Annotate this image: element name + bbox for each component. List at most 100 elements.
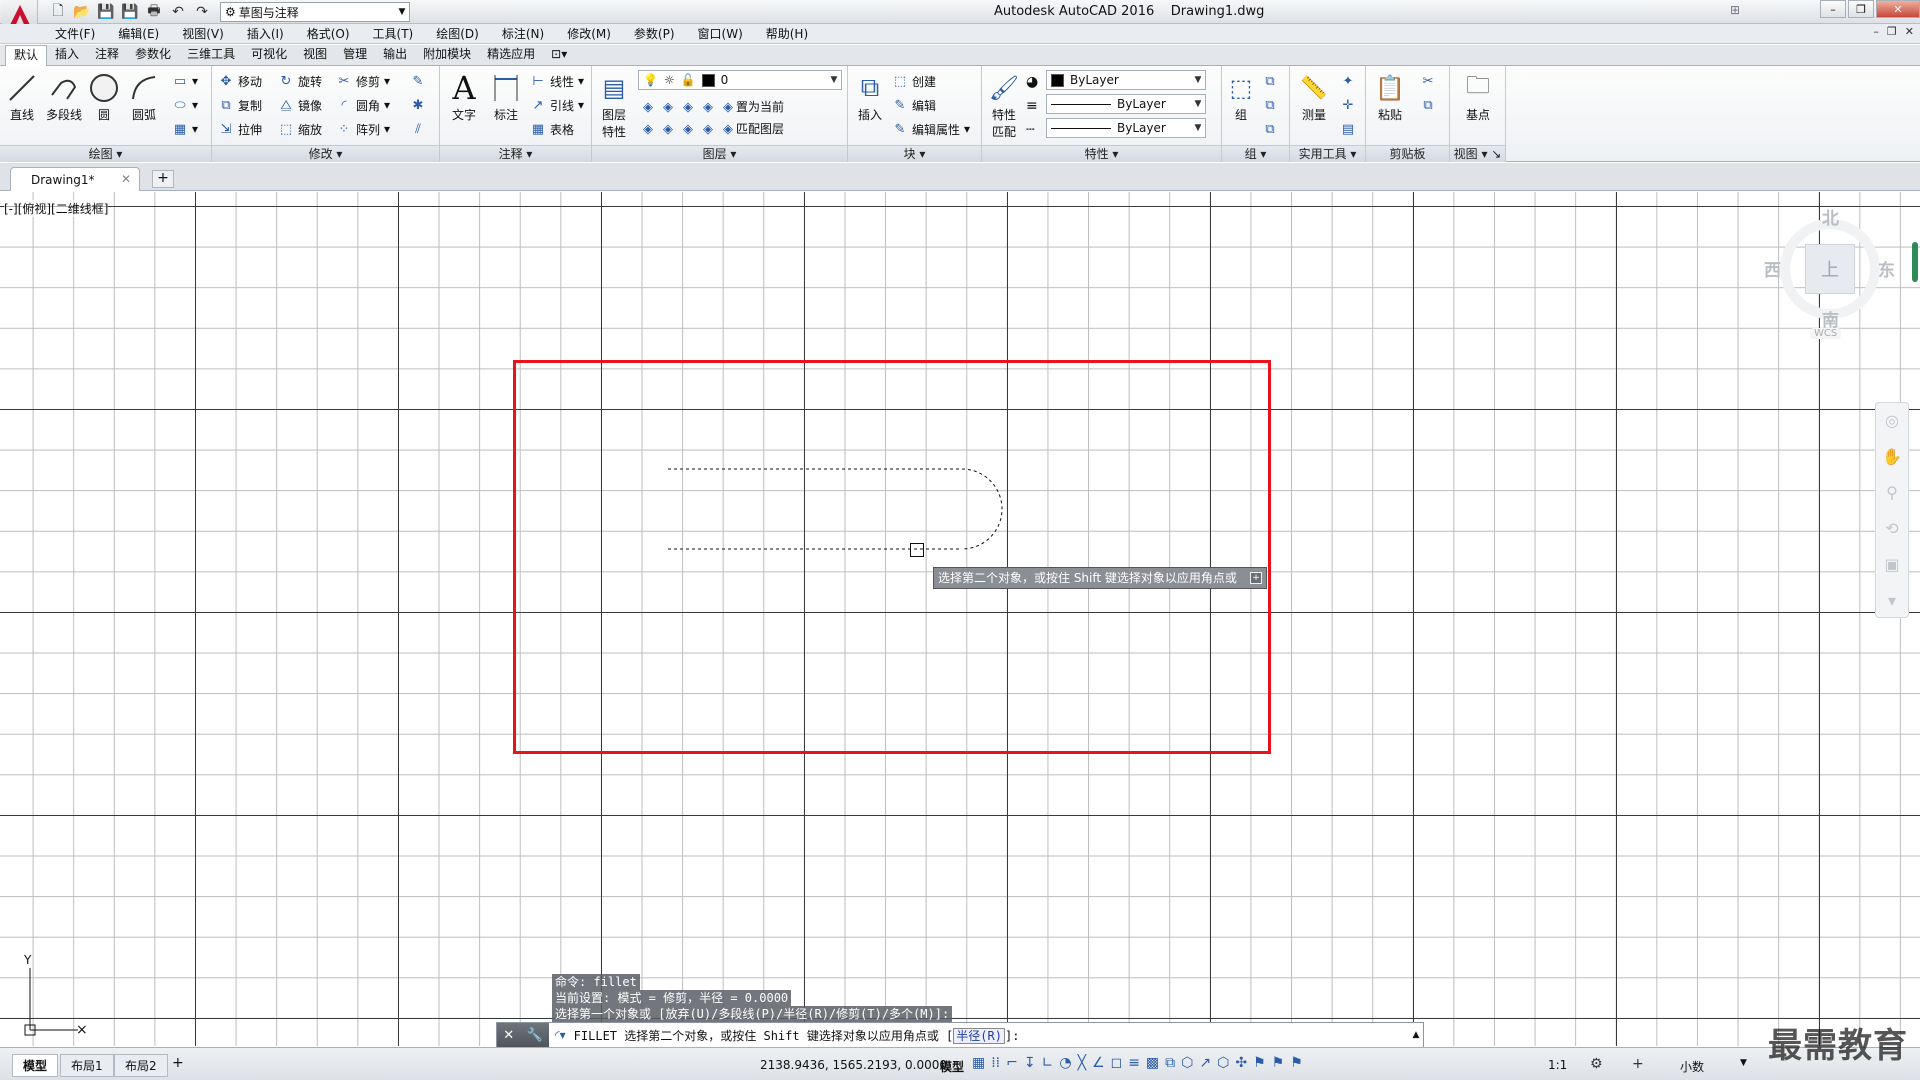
ellipse-button[interactable]: ⬭ ▾ bbox=[172, 94, 198, 116]
3d-osnap-icon[interactable]: ⬡ bbox=[1181, 1055, 1193, 1071]
measure-button[interactable]: 📏 测量 bbox=[1294, 70, 1334, 123]
ortho-icon[interactable]: ∟ bbox=[1042, 1055, 1054, 1071]
chevron-up-icon[interactable]: ▲ bbox=[1409, 1030, 1423, 1040]
copy-clip-button[interactable]: ⧉ bbox=[1420, 94, 1436, 116]
option-radius[interactable]: 半径(R) bbox=[953, 1027, 1005, 1044]
tab-3d-tools[interactable]: 三维工具 bbox=[179, 45, 243, 65]
pan-icon[interactable]: ✋ bbox=[1876, 439, 1908, 475]
tab-layout2[interactable]: 布局2 bbox=[114, 1054, 168, 1077]
menu-parametric[interactable]: 参数(P) bbox=[634, 25, 675, 42]
panel-modify-title[interactable]: 修改 ▾ bbox=[212, 145, 439, 162]
dynamic-input-icon[interactable]: ↧ bbox=[1024, 1055, 1036, 1071]
menu-dimension[interactable]: 标注(N) bbox=[502, 25, 544, 42]
close-icon[interactable]: ✕ bbox=[503, 1028, 514, 1043]
dynamic-ucs-icon[interactable]: ↗ bbox=[1199, 1055, 1211, 1071]
menu-edit[interactable]: 编辑(E) bbox=[118, 25, 159, 42]
command-line[interactable]: ✕ 🔧 ◜▾ FILLET 选择第二个对象，或按住 Shift 键选择对象以应用… bbox=[496, 1022, 1424, 1048]
lineweight-icon[interactable]: ≡ bbox=[1128, 1055, 1140, 1071]
menu-modify[interactable]: 修改(M) bbox=[567, 25, 611, 42]
point-button[interactable]: ✛ bbox=[1340, 94, 1356, 116]
showmotion-icon[interactable]: ▣ bbox=[1876, 547, 1908, 583]
tab-output[interactable]: 输出 bbox=[375, 45, 415, 65]
linear-dimension-button[interactable]: ⊢ 线性 ▾ bbox=[530, 70, 584, 92]
isodraft-icon[interactable]: ╳ bbox=[1078, 1055, 1086, 1071]
polar-icon[interactable]: ◔ bbox=[1059, 1055, 1071, 1071]
layer-thaw-icon[interactable]: ◈ bbox=[680, 121, 696, 137]
tab-visualize[interactable]: 可视化 bbox=[243, 45, 295, 65]
panel-block-title[interactable]: 块 ▾ bbox=[848, 145, 981, 162]
vertical-scroll-indicator[interactable] bbox=[1912, 242, 1918, 282]
snap-icon[interactable]: ⁞⁞ bbox=[991, 1055, 1000, 1071]
group-selection-button[interactable]: ⧉ bbox=[1262, 118, 1278, 140]
annotation-scale-icon[interactable]: ⚑ bbox=[1290, 1055, 1303, 1071]
arc-button[interactable]: 圆弧 bbox=[124, 70, 164, 123]
tab-insert[interactable]: 插入 bbox=[47, 45, 87, 65]
gizmo-icon[interactable]: ✣ bbox=[1235, 1055, 1247, 1071]
tab-parametric[interactable]: 参数化 bbox=[127, 45, 179, 65]
layer-unisolate-icon[interactable]: ◈ bbox=[660, 121, 676, 137]
add-layout-button[interactable]: + bbox=[172, 1055, 184, 1071]
zoom-icon[interactable]: ⚲ bbox=[1876, 475, 1908, 511]
coordinates-readout[interactable]: 2138.9436, 1565.2193, 0.0000 bbox=[760, 1058, 947, 1072]
insert-block-button[interactable]: ⧉ 插入 bbox=[850, 70, 890, 123]
table-button[interactable]: ▦ 表格 bbox=[530, 118, 574, 140]
doc-close-button[interactable]: ✕ bbox=[1905, 25, 1914, 38]
create-block-button[interactable]: ⬚ 创建 bbox=[892, 70, 936, 92]
viewcube-top-face[interactable]: 上 bbox=[1805, 244, 1855, 294]
tab-drawing1[interactable]: Drawing1* ✕ bbox=[10, 167, 140, 191]
match-properties-button[interactable]: 🖌 特性 匹配 bbox=[984, 70, 1024, 140]
minimize-button[interactable]: – bbox=[1820, 0, 1846, 18]
circle-button[interactable]: 圆 bbox=[84, 70, 124, 123]
menu-view[interactable]: 视图(V) bbox=[182, 25, 224, 42]
group-button[interactable]: ⬚ 组 bbox=[1224, 70, 1258, 123]
viewcube[interactable]: 北 南 东 西 上 WCS bbox=[1760, 204, 1900, 354]
panel-view-title[interactable]: 视图 ▾ ↘ bbox=[1450, 145, 1505, 162]
gear-icon[interactable]: ⚙ bbox=[1590, 1056, 1603, 1072]
navbar-menu-icon[interactable]: ▾ bbox=[1876, 583, 1908, 619]
array-button[interactable]: ⁘ 阵列 ▾ bbox=[336, 118, 391, 140]
recent-commands-icon[interactable]: ◜▾ bbox=[555, 1028, 566, 1042]
redo-icon[interactable]: ↷ bbox=[192, 2, 212, 22]
help-icon[interactable]: ⊞ bbox=[1730, 3, 1740, 17]
dimension-button[interactable]: 标注 bbox=[486, 70, 526, 123]
menu-help[interactable]: 帮助(H) bbox=[766, 25, 808, 42]
compass-north[interactable]: 北 bbox=[1822, 204, 1839, 229]
quick-select-button[interactable]: ✦ bbox=[1340, 70, 1356, 92]
cut-button[interactable]: ✂ bbox=[1420, 70, 1436, 92]
doc-restore-button[interactable]: ❐ bbox=[1887, 25, 1897, 38]
mirror-button[interactable]: ⧋ 镜像 bbox=[278, 94, 322, 116]
tab-layout1[interactable]: 布局1 bbox=[60, 1054, 114, 1077]
close-icon[interactable]: ✕ bbox=[121, 172, 131, 186]
fillet-button[interactable]: ◜ 圆角 ▾ bbox=[336, 94, 390, 116]
chevron-down-icon[interactable]: ▼ bbox=[1740, 1058, 1747, 1068]
layer-freeze-icon[interactable]: ◈ bbox=[680, 99, 696, 115]
workspace-select[interactable]: ⚙ 草图与注释 ▼ bbox=[220, 2, 410, 22]
print-icon[interactable]: 🖶 bbox=[144, 2, 164, 22]
maximize-button[interactable]: ❐ bbox=[1848, 0, 1874, 18]
panel-utilities-title[interactable]: 实用工具 ▾ bbox=[1290, 145, 1365, 162]
wrench-icon[interactable]: 🔧 bbox=[527, 1028, 543, 1043]
group-edit-button[interactable]: ⧉ bbox=[1262, 94, 1278, 116]
layer-unlock-icon[interactable]: ◈ bbox=[700, 121, 716, 137]
calculator-button[interactable]: ▤ bbox=[1340, 118, 1356, 140]
new-tab-button[interactable]: + bbox=[152, 170, 174, 188]
scale-button[interactable]: ⬚ 缩放 bbox=[278, 118, 322, 140]
text-button[interactable]: A 文字 bbox=[444, 69, 484, 123]
panel-clipboard-title[interactable]: 剪贴板 bbox=[1366, 145, 1449, 162]
panel-draw-title[interactable]: 绘图 ▾ bbox=[0, 145, 211, 162]
tab-model[interactable]: 模型 bbox=[12, 1054, 59, 1077]
save-icon[interactable]: 💾 bbox=[96, 2, 116, 22]
object-snap-tracking-icon[interactable]: ∠ bbox=[1092, 1055, 1105, 1071]
selection-cycling-icon[interactable]: ⧉ bbox=[1165, 1055, 1175, 1071]
grid-icon[interactable]: ▦ bbox=[972, 1055, 985, 1071]
menu-format[interactable]: 格式(O) bbox=[307, 25, 350, 42]
menu-window[interactable]: 窗口(W) bbox=[698, 25, 743, 42]
match-layer-button[interactable]: ◈ 匹配图层 bbox=[720, 120, 784, 138]
line-button[interactable]: 直线 bbox=[2, 70, 42, 123]
color-select[interactable]: ByLayer ▼ bbox=[1046, 70, 1206, 90]
rotate-button[interactable]: ↻ 旋转 bbox=[278, 70, 322, 92]
panel-annotate-title[interactable]: 注释 ▾ bbox=[440, 145, 591, 162]
rectangle-button[interactable]: ▭ ▾ bbox=[172, 70, 198, 92]
object-snap-icon[interactable]: ◻ bbox=[1111, 1055, 1123, 1071]
tab-annotate[interactable]: 注释 bbox=[87, 45, 127, 65]
